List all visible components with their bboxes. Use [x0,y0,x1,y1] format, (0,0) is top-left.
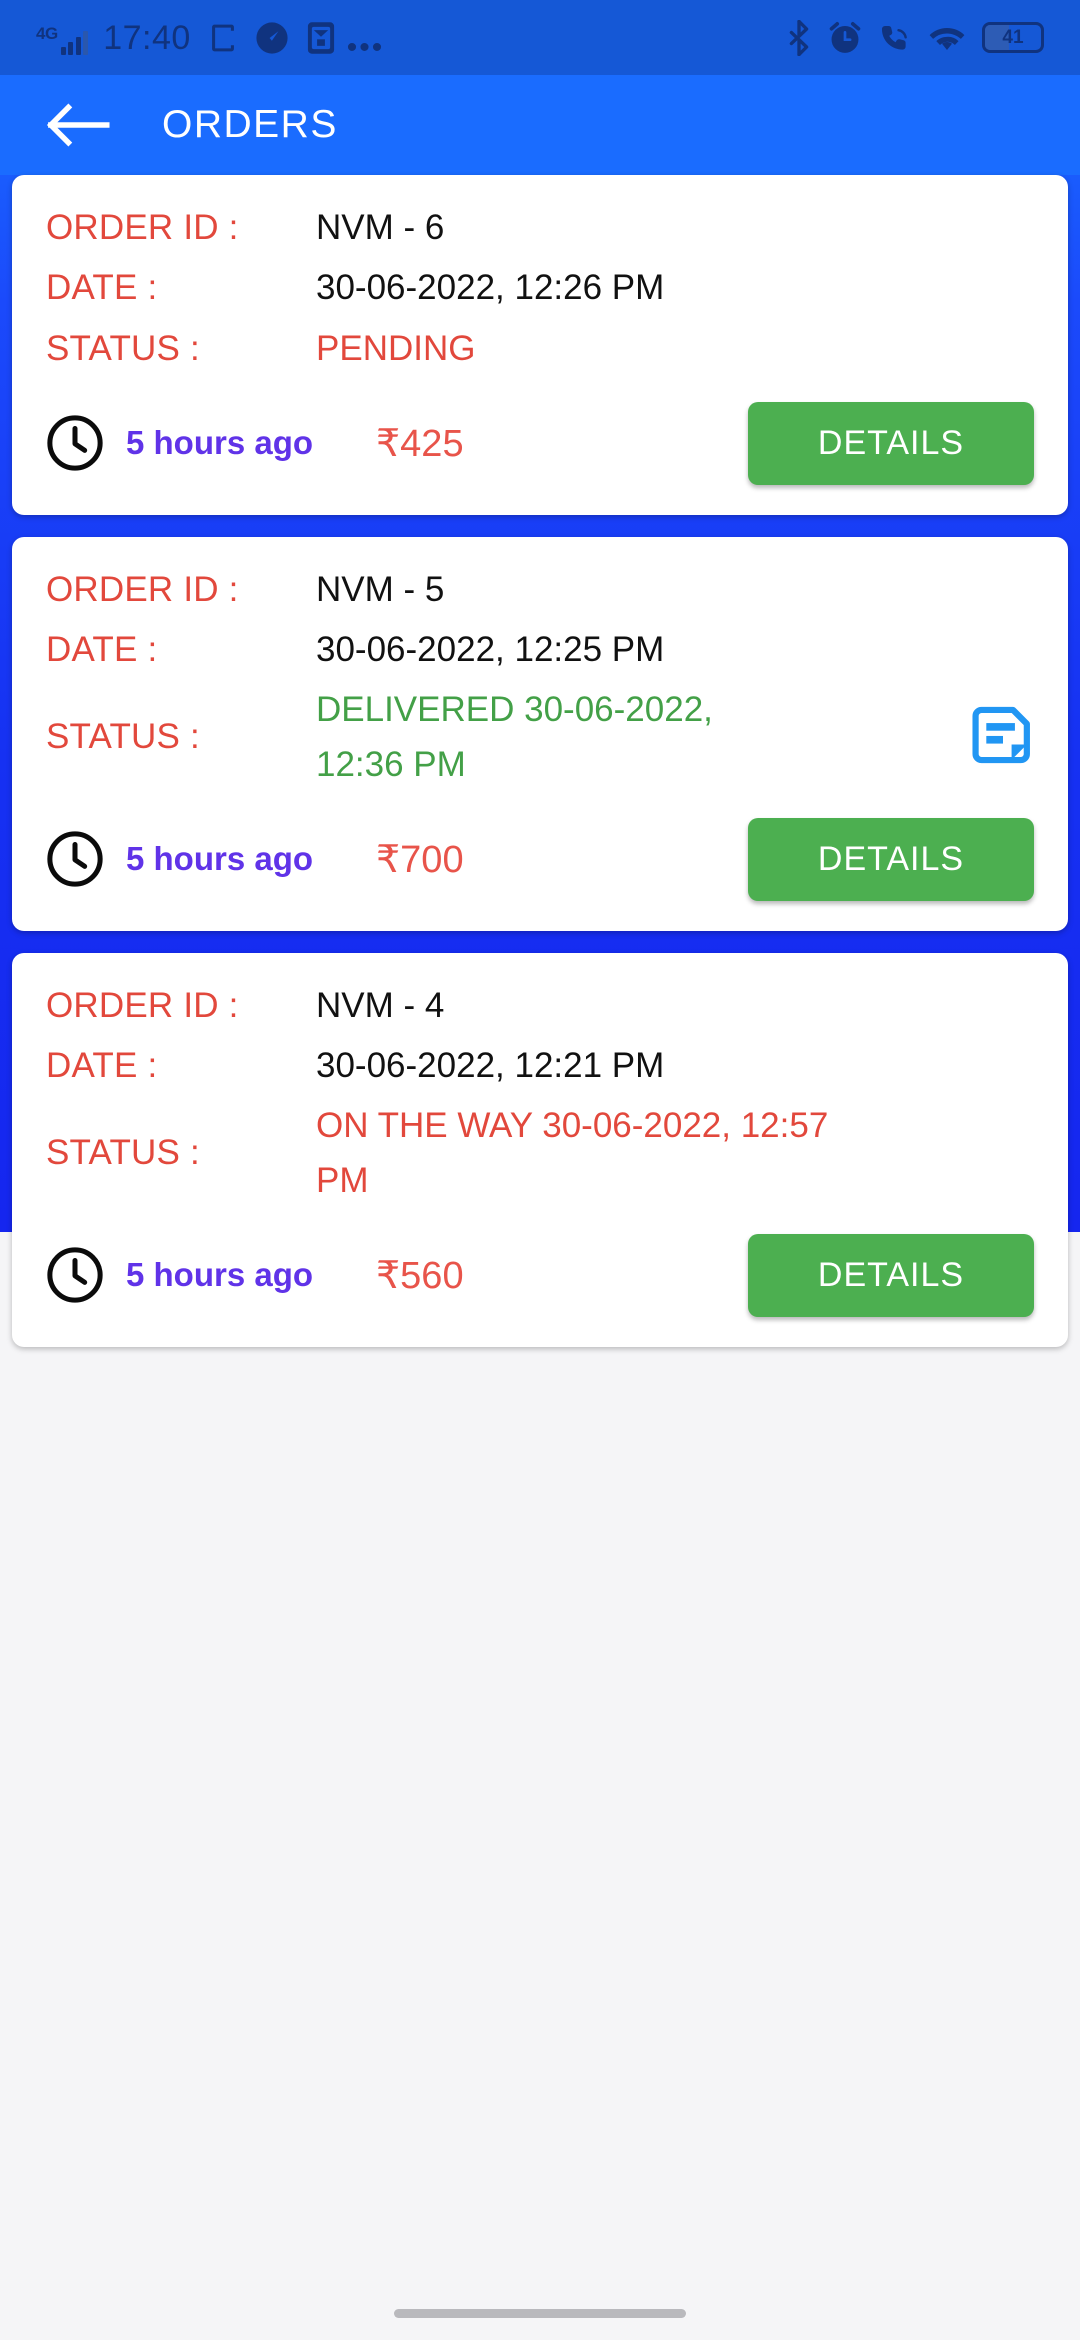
battery-icon: 41 [982,22,1044,53]
order-card[interactable]: ORDER ID : NVM - 6 DATE : 30-06-2022, 12:26… [12,175,1068,515]
clock-icon [46,830,104,888]
empty-area [0,1232,1080,2340]
order-price: ₹425 [376,422,464,465]
rotation-lock-icon [208,21,238,55]
relative-time-label: 5 hours ago [126,424,314,462]
clock-icon [47,831,103,887]
order-date-value: 30-06-2022, 12:26 PM [316,268,665,308]
relative-time-label: 5 hours ago [126,1256,314,1294]
status-bar-right: 41 [786,19,1044,56]
order-date-label: DATE : [46,1046,158,1085]
order-date-label: DATE : [46,268,158,308]
order-id-row: ORDER ID : NVM - 4 [46,979,1034,1033]
order-date-label: DATE : [46,630,158,669]
alarm-icon [828,21,862,55]
orders-list: ORDER ID : NVM - 6 DATE : 30-06-2022, 12:26… [0,175,1080,1347]
page-title: ORDERS [162,103,338,146]
signal-icon [60,29,89,55]
status-bar-clock: 17:40 [103,18,191,57]
order-status-label: STATUS : [46,717,200,757]
network-type-label: 4G [36,23,58,43]
speedometer-icon [255,21,289,55]
order-card[interactable]: ORDER ID : NVM - 5 DATE : 30-06-2022, 12:25… [12,536,1068,931]
details-button[interactable]: DETAILS [748,1233,1034,1317]
order-id-value: NVM - 6 [316,208,445,247]
order-id-row: ORDER ID : NVM - 6 [46,201,1034,255]
order-status-row: STATUS : PENDING [46,322,1034,376]
gesture-bar[interactable] [394,2309,686,2318]
mail-icon [306,21,336,55]
details-button[interactable]: DETAILS [748,817,1034,901]
order-price: ₹700 [376,838,464,881]
clock-icon [46,414,104,472]
order-id-label: ORDER ID : [46,208,239,247]
call-wifi-icon [878,21,912,55]
clock-icon [47,1247,103,1303]
back-arrow-icon [46,103,110,147]
order-status-label: STATUS : [46,1133,200,1173]
order-id-label: ORDER ID : [46,985,239,1025]
order-status-label: STATUS : [46,328,200,368]
details-button[interactable]: DETAILS [748,401,1034,485]
order-status-row: STATUS : ON THE WAY 30-06-2022, 12:57 PM [46,1099,1034,1208]
relative-time-label: 5 hours ago [126,840,314,878]
phone-screen: 4G 17:40 ••• 41 ORDERS ORDER ID: NVM - … [0,0,1080,2340]
status-bar: 4G 17:40 ••• 41 [0,0,1080,75]
order-footer: 5 hours ago ₹560 DETAILS [46,1233,1034,1317]
more-icon: ••• [346,30,385,64]
bluetooth-icon [786,19,812,56]
app-bar: ORDERS [0,75,1080,175]
wifi-icon [928,23,966,53]
order-status-row: STATUS : DELIVERED 30-06-2022, 12:36 PM [46,683,1034,792]
clock-icon [46,1246,104,1304]
order-date-value: 30-06-2022, 12:25 PM [316,630,665,669]
note-icon[interactable] [954,704,1034,771]
order-date-value: 30-06-2022, 12:21 PM [316,1046,665,1085]
clock-icon [47,415,103,471]
back-button[interactable] [46,97,110,153]
status-badge: DELIVERED 30-06-2022, 12:36 PM [316,690,713,784]
order-id-value: NVM - 5 [316,569,445,609]
order-id-label: ORDER ID : [46,569,239,609]
order-card[interactable]: ORDER ID : NVM - 4 DATE : 30-06-2022, 12:21… [12,952,1068,1347]
order-id-row: ORDER ID : NVM - 5 [46,563,1034,617]
status-bar-left: 4G 17:40 ••• [36,18,385,64]
order-footer: 5 hours ago ₹700 DETAILS [46,817,1034,901]
order-date-row: DATE : 30-06-2022, 12:25 PM [46,623,1034,677]
note-icon [972,706,1030,764]
battery-percent-label: 41 [1002,26,1024,48]
status-badge: ON THE WAY 30-06-2022, 12:57 PM [316,1106,829,1200]
order-price: ₹560 [376,1254,464,1297]
order-id-value: NVM - 4 [316,985,445,1025]
status-badge: PENDING [316,328,476,368]
order-date-row: DATE : 30-06-2022, 12:26 PM [46,261,1034,315]
order-date-row: DATE : 30-06-2022, 12:21 PM [46,1039,1034,1093]
order-footer: 5 hours ago ₹425 DETAILS [46,401,1034,485]
